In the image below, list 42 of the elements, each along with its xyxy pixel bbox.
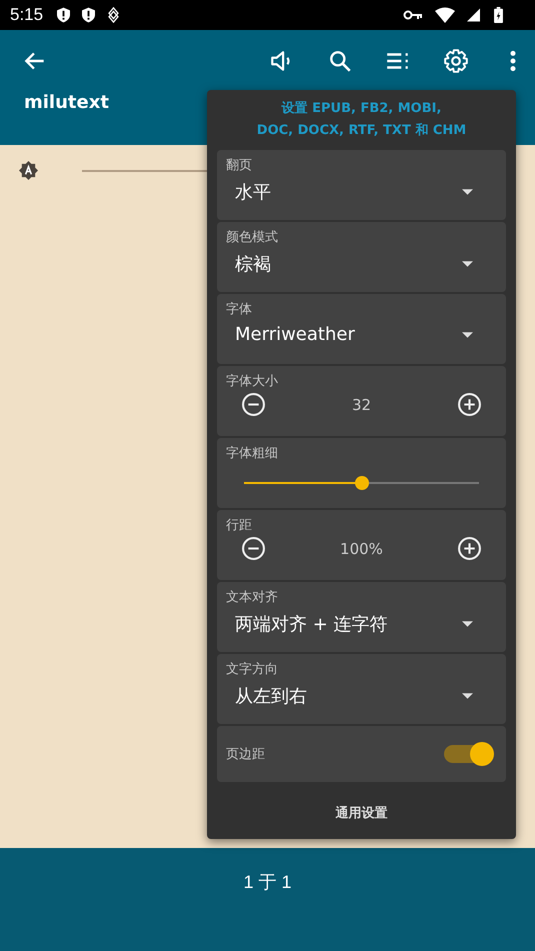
setting-label: 行距 <box>226 517 252 534</box>
search-icon[interactable] <box>327 48 353 74</box>
dropdown[interactable]: 两端对齐 + 连字符 <box>226 606 497 636</box>
battery-icon <box>492 7 505 23</box>
setting-label: 文本对齐 <box>226 589 278 606</box>
shield-icon <box>82 7 96 23</box>
slider-thumb[interactable] <box>354 476 368 490</box>
more-icon[interactable] <box>509 48 517 74</box>
setting-label: 页边距 <box>226 746 265 763</box>
book-title: milutext <box>24 92 109 113</box>
setting-label: 字体粗细 <box>226 445 278 462</box>
setting-label: 文字方向 <box>226 661 278 678</box>
plus-icon[interactable] <box>457 392 482 417</box>
diamond-icon <box>107 7 120 23</box>
setting-label: 字体 <box>226 301 252 318</box>
dropdown[interactable]: Merriweather <box>226 318 497 345</box>
general-settings-button[interactable]: 通用设置 <box>336 804 388 822</box>
minus-icon[interactable] <box>241 392 266 417</box>
setting-value: 100% <box>340 540 383 558</box>
setting-label: 翻页 <box>226 157 252 174</box>
dropdown[interactable]: 棕褐 <box>226 246 497 276</box>
setting-label: 字体大小 <box>226 373 278 390</box>
setting-value: 32 <box>352 396 372 414</box>
dropdown-arrow-icon <box>462 621 473 627</box>
dropdown[interactable]: 水平 <box>226 174 497 204</box>
minus-icon[interactable] <box>241 536 266 561</box>
plus-icon[interactable] <box>456 536 482 561</box>
signal-icon <box>467 7 480 23</box>
dropdown-arrow-icon <box>462 332 473 338</box>
dropdown-arrow-icon <box>462 693 473 699</box>
settings-icon[interactable] <box>443 48 469 74</box>
dropdown-arrow-icon <box>462 189 473 195</box>
status-time: 5:15 <box>10 5 44 25</box>
toggle-switch[interactable] <box>444 742 494 766</box>
shield-icon <box>57 7 70 23</box>
wifi-icon <box>435 7 455 23</box>
popup-title: 设置 EPUB, FB2, MOBI, DOC, DOCX, RTF, TXT 和 CHM <box>256 100 466 140</box>
page-counter: 1 于 1 <box>243 871 292 894</box>
auto-brightness-icon[interactable] <box>19 161 38 180</box>
dropdown[interactable]: 从左到右 <box>226 678 497 708</box>
dropdown-arrow-icon <box>462 261 473 267</box>
setting-label: 颜色模式 <box>226 229 278 246</box>
